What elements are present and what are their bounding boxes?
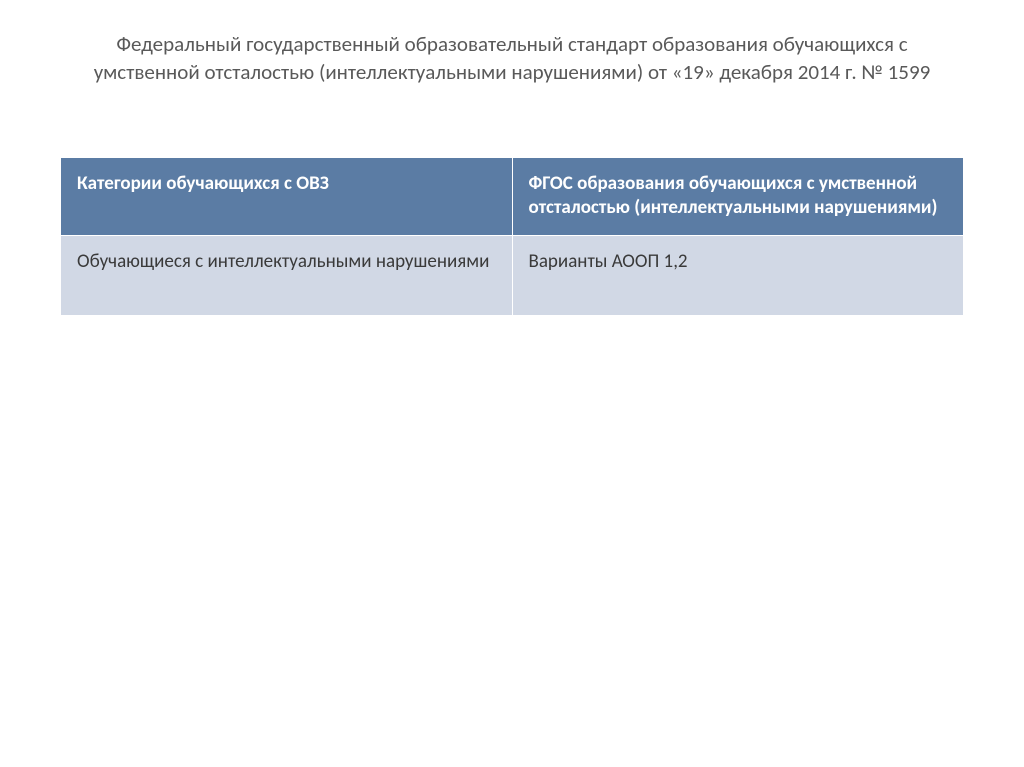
page-title: Федеральный государственный образователь… [60, 30, 964, 87]
table-header-row: Категории обучающихся с ОВЗ ФГОС образов… [61, 157, 964, 235]
table-row: Обучающиеся с интеллектуальными нарушени… [61, 236, 964, 316]
header-category: Категории обучающихся с ОВЗ [61, 157, 513, 235]
cell-standard: Варианты АООП 1,2 [512, 236, 964, 316]
header-standard: ФГОС образования обучающихся с умственно… [512, 157, 964, 235]
cell-category: Обучающиеся с интеллектуальными нарушени… [61, 236, 513, 316]
slide-container: Федеральный государственный образователь… [0, 0, 1024, 767]
standards-table: Категории обучающихся с ОВЗ ФГОС образов… [60, 157, 964, 316]
